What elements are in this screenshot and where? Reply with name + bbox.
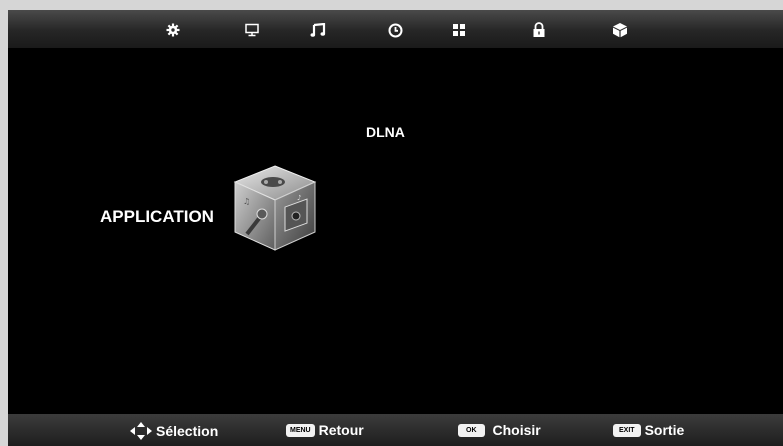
return-hint: MENU Retour [286,422,364,438]
svg-text:♪: ♪ [297,194,301,202]
return-label: Retour [318,422,364,438]
choose-hint: OK Choisir [458,422,541,438]
application-cube-icon[interactable]: ♫ ♪ [233,164,317,252]
svg-text:♫: ♫ [243,197,250,206]
selection-label: Sélection [156,423,219,439]
dpad-arrows-icon [130,422,152,440]
gear-icon[interactable] [165,22,181,38]
top-menu-bar [8,10,783,48]
monitor-icon[interactable] [244,22,260,38]
ok-key-badge: OK [458,423,485,437]
menu-key-badge: MENU [286,423,315,437]
bottom-hint-bar: Sélection MENU Retour OK Choisir EXIT So… [8,414,783,446]
clock-icon[interactable] [387,22,403,38]
choose-label: Choisir [492,422,541,438]
music-note-icon[interactable] [310,22,326,38]
dlna-item[interactable]: DLNA [366,124,405,140]
cube-icon[interactable] [612,22,628,38]
grid-icon[interactable] [451,22,467,38]
lock-icon[interactable] [531,22,547,38]
main-content: DLNA APPLICATION ♫ ♪ [8,48,783,414]
tv-screen: DLNA APPLICATION ♫ ♪ Sélection MENU Reto… [8,10,783,446]
exit-key-badge: EXIT [613,423,641,437]
application-label[interactable]: APPLICATION [100,207,214,227]
exit-label: Sortie [644,422,685,438]
exit-hint: EXIT Sortie [613,422,684,438]
selection-hint: Sélection [130,422,218,440]
